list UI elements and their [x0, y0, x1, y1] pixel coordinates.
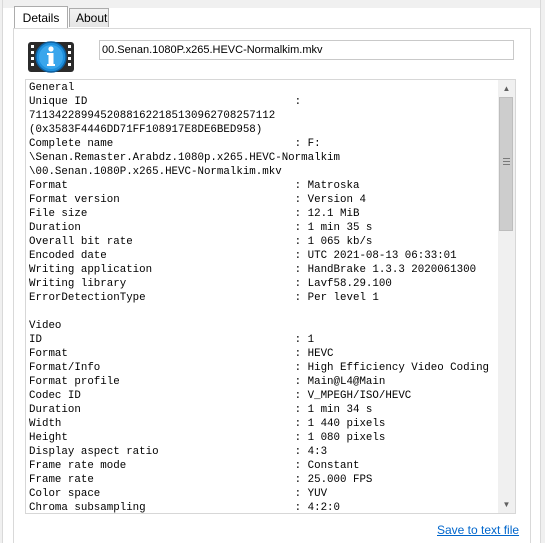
window-frame-left: [0, 0, 3, 543]
scrollbar-grip-icon: [503, 158, 510, 165]
report-line: ID : 1: [29, 334, 315, 346]
window-frame-right: [540, 0, 545, 543]
report-line: Encoded date : UTC 2021-08-13 06:33:01: [29, 250, 457, 262]
report-line: Height : 1 080 pixels: [29, 432, 386, 444]
tab-about[interactable]: About: [69, 8, 109, 27]
report-line: Duration : 1 min 34 s: [29, 404, 373, 416]
report-line: Display aspect ratio : 4:3: [29, 446, 328, 458]
report-line: Width : 1 440 pixels: [29, 418, 386, 430]
report-line: Frame rate mode : Constant: [29, 460, 360, 472]
report-line: Chroma subsampling : 4:2:0: [29, 502, 341, 514]
report-line: File size : 12.1 MiB: [29, 208, 360, 220]
window-frame-top: [0, 0, 545, 8]
report-line: Codec ID : V_MPEGH/ISO/HEVC: [29, 390, 412, 402]
report-line: Format : HEVC: [29, 348, 334, 360]
report-line: ErrorDetectionType : Per level 1: [29, 292, 379, 304]
report-line: Unique ID :: [29, 96, 302, 108]
media-info-report[interactable]: General Unique ID : 71134228994520881622…: [25, 79, 516, 514]
scrollbar-thumb[interactable]: [499, 97, 513, 231]
report-line: Writing application : HandBrake 1.3.3 20…: [29, 264, 477, 276]
report-line: 71134228994520881622185130962708257112: [29, 110, 276, 122]
report-line: Format version : Version 4: [29, 194, 366, 206]
report-line: Format/Info : High Efficiency Video Codi…: [29, 362, 490, 374]
report-line: Complete name : F:: [29, 138, 321, 150]
report-line: Format : Matroska: [29, 180, 360, 192]
report-text: General Unique ID : 71134228994520881622…: [29, 81, 497, 514]
report-line: Writing library : Lavf58.29.100: [29, 278, 392, 290]
report-line: Video: [29, 320, 62, 332]
report-line: Overall bit rate : 1 065 kb/s: [29, 236, 373, 248]
scroll-up-arrow-icon[interactable]: ▲: [498, 80, 515, 97]
report-line: Frame rate : 25.000 FPS: [29, 474, 373, 486]
report-line: \00.Senan.1080P.x265.HEVC-Normalkim.mkv: [29, 166, 282, 178]
report-line: Format profile : Main@L4@Main: [29, 376, 386, 388]
report-line: Color space : YUV: [29, 488, 328, 500]
tab-details[interactable]: Details: [14, 6, 68, 28]
report-line: \Senan.Remaster.Arabdz.1080p.x265.HEVC-N…: [29, 152, 341, 164]
save-to-text-file-link[interactable]: Save to text file: [437, 523, 519, 537]
report-line: Duration : 1 min 35 s: [29, 222, 373, 234]
scroll-down-arrow-icon[interactable]: ▼: [498, 496, 515, 513]
report-line: General: [29, 82, 75, 94]
filename-field[interactable]: 00.Senan.1080P.x265.HEVC-Normalkim.mkv: [99, 40, 514, 60]
report-line: (0x3583F4446DD71FF108917E8DE6BED958): [29, 124, 263, 136]
vertical-scrollbar[interactable]: ▲ ▼: [498, 80, 515, 513]
media-info-icon: [28, 41, 74, 73]
